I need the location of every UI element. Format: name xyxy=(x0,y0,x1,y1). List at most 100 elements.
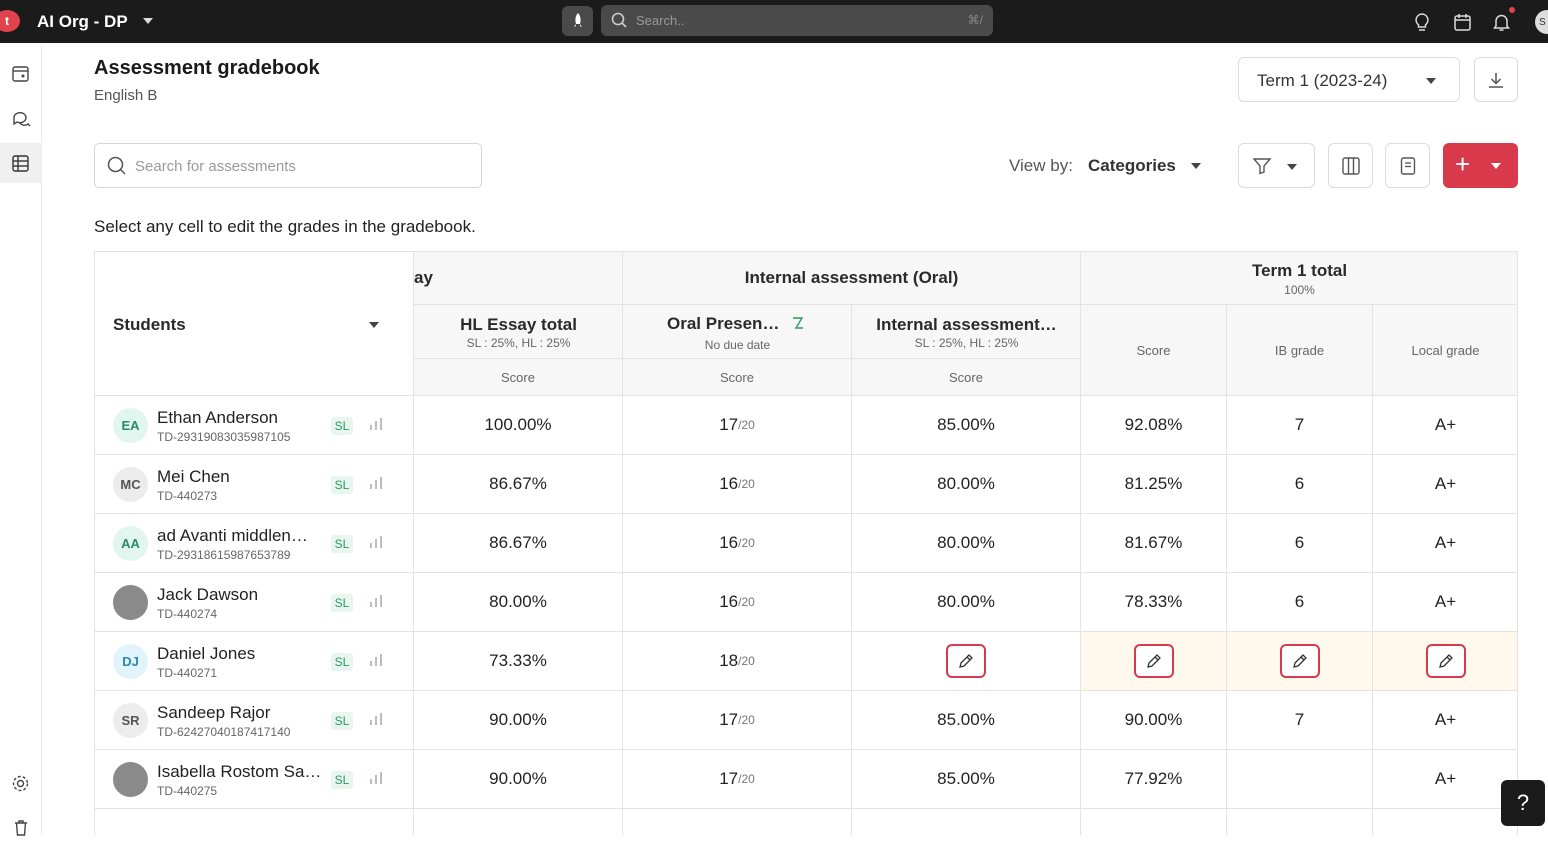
grade-cell[interactable]: 78.33% xyxy=(1081,573,1227,632)
grade-cell[interactable]: 7 xyxy=(1227,396,1373,455)
edit-pencil-icon[interactable] xyxy=(1425,644,1466,678)
student-name[interactable]: Ethan Anderson xyxy=(157,408,278,428)
linked-rubric-icon[interactable] xyxy=(790,315,806,336)
student-name[interactable]: Daniel Jones xyxy=(157,644,255,664)
settings-icon[interactable] xyxy=(0,763,41,803)
grade-cell[interactable]: 6 xyxy=(1227,455,1373,514)
grade-cell[interactable]: A+ xyxy=(1373,691,1517,750)
calendar-icon[interactable] xyxy=(1451,11,1473,33)
grade-cell[interactable]: 17/20 xyxy=(623,396,852,455)
student-name[interactable]: Isabella Rostom Sa… xyxy=(157,762,321,782)
grade-cell[interactable] xyxy=(1227,750,1373,809)
grade-cell[interactable]: A+ xyxy=(1373,750,1517,809)
col-header-oral[interactable]: Oral Presen… No due date xyxy=(623,305,852,359)
grade-cell[interactable]: 80.00% xyxy=(852,455,1081,514)
student-cell[interactable]: EA Ethan Anderson TD-29319083035987105 S… xyxy=(95,396,414,455)
grade-cell[interactable]: 86.67% xyxy=(414,514,623,573)
grade-cell[interactable]: A+ xyxy=(1373,455,1517,514)
assessment-search[interactable] xyxy=(94,143,482,188)
bell-icon[interactable] xyxy=(1490,11,1512,33)
grade-cell[interactable]: 80.00% xyxy=(414,573,623,632)
grade-cell[interactable]: 77.92% xyxy=(1081,750,1227,809)
grade-cell[interactable]: 16/20 xyxy=(623,455,852,514)
grade-cell[interactable] xyxy=(1373,632,1517,691)
grade-cell[interactable]: 90.00% xyxy=(1081,691,1227,750)
help-button[interactable]: ? xyxy=(1501,780,1545,826)
filter-button[interactable] xyxy=(1238,143,1315,188)
progress-chart-icon[interactable] xyxy=(369,594,383,613)
student-cell[interactable]: MC Mei Chen TD-440273 SL xyxy=(95,455,414,514)
grade-cell[interactable]: 6 xyxy=(1227,514,1373,573)
students-header[interactable]: Students xyxy=(95,252,414,396)
col-header-local-grade[interactable]: Local grade xyxy=(1373,305,1517,396)
term-select[interactable]: Term 1 (2023-24) xyxy=(1238,57,1460,102)
grade-cell[interactable]: 85.00% xyxy=(852,691,1081,750)
grade-cell[interactable]: 92.08% xyxy=(1081,396,1227,455)
global-search-input[interactable]: Search.. ⌘/ xyxy=(601,5,993,36)
col-header-hl-essay[interactable]: HL Essay total SL : 25%, HL : 25% xyxy=(414,305,623,359)
grade-cell[interactable]: 85.00% xyxy=(852,750,1081,809)
grade-cell[interactable] xyxy=(1081,632,1227,691)
grade-cell[interactable]: 17/20 xyxy=(623,750,852,809)
grade-cell[interactable]: 6 xyxy=(1227,573,1373,632)
grade-cell[interactable]: 86.67% xyxy=(414,455,623,514)
grade-cell[interactable]: 16/20 xyxy=(623,573,852,632)
grade-cell[interactable]: A+ xyxy=(1373,396,1517,455)
col-header-internal[interactable]: Internal assessment… SL : 25%, HL : 25% xyxy=(852,305,1081,359)
progress-chart-icon[interactable] xyxy=(369,476,383,495)
assessment-search-input[interactable] xyxy=(135,154,465,178)
grade-cell[interactable]: 80.00% xyxy=(852,573,1081,632)
grade-cell[interactable]: 90.00% xyxy=(414,691,623,750)
view-by-select[interactable]: Categories xyxy=(1088,156,1176,176)
calendar-nav-icon[interactable] xyxy=(0,53,41,93)
grade-cell[interactable]: 80.00% xyxy=(852,514,1081,573)
grade-cell[interactable]: 90.00% xyxy=(414,750,623,809)
org-name[interactable]: AI Org - DP xyxy=(37,12,128,32)
download-button[interactable] xyxy=(1474,57,1518,102)
grade-cell[interactable] xyxy=(1227,632,1373,691)
grade-cell[interactable]: 100.00% xyxy=(414,396,623,455)
lightbulb-icon[interactable] xyxy=(1411,11,1433,33)
app-logo[interactable]: t xyxy=(0,10,20,32)
chat-nav-icon[interactable] xyxy=(0,98,41,138)
progress-chart-icon[interactable] xyxy=(369,417,383,436)
student-name[interactable]: Jack Dawson xyxy=(157,585,258,605)
sort-dropdown-icon[interactable] xyxy=(369,322,379,328)
grade-cell[interactable]: 81.67% xyxy=(1081,514,1227,573)
student-cell[interactable]: Isabella Rostom Sa… TD-440275 SL xyxy=(95,750,414,809)
columns-button[interactable] xyxy=(1328,143,1373,188)
trash-icon[interactable] xyxy=(0,807,41,847)
student-cell[interactable]: DJ Daniel Jones TD-440271 SL xyxy=(95,632,414,691)
user-avatar[interactable]: S xyxy=(1535,10,1548,34)
grade-cell[interactable]: 85.00% xyxy=(852,396,1081,455)
student-name[interactable]: ad Avanti middlen… xyxy=(157,526,308,546)
grade-cell[interactable]: A+ xyxy=(1373,514,1517,573)
chevron-down-icon[interactable] xyxy=(1191,163,1201,169)
progress-chart-icon[interactable] xyxy=(369,771,383,790)
grade-cell[interactable]: 17/20 xyxy=(623,691,852,750)
grade-cell[interactable]: 16/20 xyxy=(623,514,852,573)
col-header-ib-grade[interactable]: IB grade xyxy=(1227,305,1373,396)
grade-cell[interactable]: 81.25% xyxy=(1081,455,1227,514)
student-cell[interactable]: AA ad Avanti middlen… TD-293186159876537… xyxy=(95,514,414,573)
col-header-term-score[interactable]: Score xyxy=(1081,305,1227,396)
student-cell[interactable]: Jack Dawson TD-440274 SL xyxy=(95,573,414,632)
student-name[interactable]: Sandeep Rajor xyxy=(157,703,270,723)
grade-cell[interactable] xyxy=(852,632,1081,691)
progress-chart-icon[interactable] xyxy=(369,712,383,731)
edit-pencil-icon[interactable] xyxy=(1133,644,1174,678)
edit-pencil-icon[interactable] xyxy=(946,644,986,678)
notes-button[interactable] xyxy=(1385,143,1430,188)
add-assessment-button[interactable]: + xyxy=(1443,143,1518,188)
progress-chart-icon[interactable] xyxy=(369,535,383,554)
rocket-icon[interactable] xyxy=(562,6,593,36)
progress-chart-icon[interactable] xyxy=(369,653,383,672)
grade-cell[interactable]: 73.33% xyxy=(414,632,623,691)
grade-cell[interactable]: 18/20 xyxy=(623,632,852,691)
grade-cell[interactable]: A+ xyxy=(1373,573,1517,632)
grade-cell[interactable]: 7 xyxy=(1227,691,1373,750)
student-name[interactable]: Mei Chen xyxy=(157,467,230,487)
edit-pencil-icon[interactable] xyxy=(1279,644,1320,678)
org-dropdown-icon[interactable] xyxy=(143,18,153,24)
student-cell[interactable]: SR Sandeep Rajor TD-62427040187417140 SL xyxy=(95,691,414,750)
